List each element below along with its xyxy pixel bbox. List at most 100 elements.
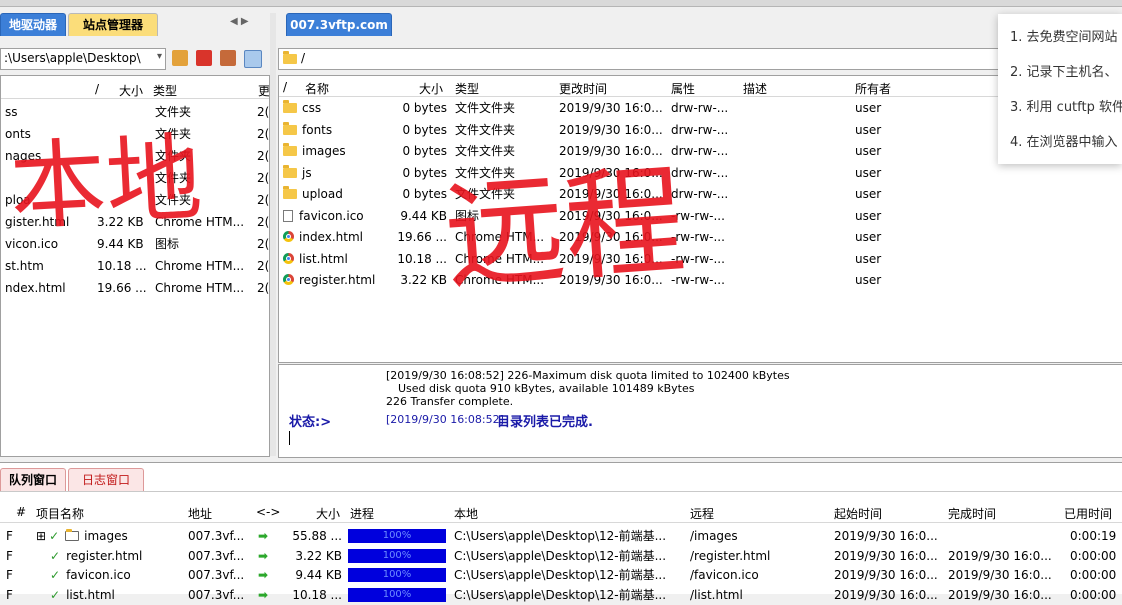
local-file-date: 2( [257,171,269,185]
queue-row[interactable]: F ✓ register.html 007.3vf... ➡ 3.22 KB 100% C:\… [0,547,1122,566]
queue-addr: 007.3vf... [188,529,245,543]
remote-file-owner: user [855,122,882,137]
tab-site-manager[interactable]: 站点管理器 [68,13,158,36]
left-col-more[interactable]: 更 [258,82,269,99]
queue-size: 9.44 KB [295,568,342,582]
queue-col-progress[interactable]: 进程 [350,505,374,522]
queue-col-remote[interactable]: 远程 [690,505,714,522]
queue-row[interactable]: F ⊞ ✓ images 007.3vf... ➡ 55.88 ... 100% C:\User… [0,527,1122,546]
local-file-row[interactable]: ss 文件夹 2( [1,102,269,123]
local-file-date: 2( [257,193,269,207]
right-col-modified[interactable]: 更改时间 [559,80,607,97]
remote-file-size: 0 bytes [402,144,447,158]
remote-file-owner: user [855,273,882,287]
queue-addr: 007.3vf... [188,548,245,563]
local-file-type: 图标 [155,237,180,251]
local-file-size: 19.66 ... [97,281,147,295]
local-file-row[interactable]: st.htm 10.18 ... Chrome HTM... 2( [1,256,269,277]
queue-col-elapsed[interactable]: 已用时间 [1064,505,1112,522]
queue-item-name: register.html [66,548,143,563]
tab-queue-window[interactable]: 队列窗口 [0,468,66,491]
log-pane[interactable]: [2019/9/30 16:08:52] 226-Maximum disk qu… [278,364,1122,458]
left-path-bar[interactable]: :\Users\apple\Desktop\ ▾ [0,48,166,70]
queue-col-dir[interactable]: <-> [256,505,280,519]
left-sort-indicator[interactable]: / [95,82,99,96]
queue-col-num[interactable]: # [16,505,26,519]
right-path-input[interactable]: / [301,51,305,65]
delete-icon[interactable] [196,50,212,66]
remote-file-type: 文件文件夹 [455,144,516,158]
queue-remote: /favicon.ico [690,568,759,582]
tab-log-window[interactable]: 日志窗口 [68,468,144,491]
tab-scroll-arrows[interactable]: ◀ ▶ [230,16,249,27]
remote-file-row[interactable]: favicon.ico 9.44 KB 图标 2019/9/30 16:0... -rw… [279,206,1122,227]
queue-col-start[interactable]: 起始时间 [834,505,882,522]
remote-file-row[interactable]: images 0 bytes 文件文件夹 2019/9/30 16:0... drw-r… [279,141,1122,162]
upload-arrow-icon: ➡ [258,529,269,543]
queue-size: 3.22 KB [295,548,342,563]
remote-file-owner: user [855,251,882,266]
queue-start: 2019/9/30 16:0... [834,568,938,582]
left-col-type[interactable]: 类型 [153,82,177,99]
instructions-popup: 1. 去免费空间网站 2. 记录下主机名、 3. 利用 cutftp 软件 4.… [998,14,1122,164]
queue-row[interactable]: F ✓ favicon.ico 007.3vf... ➡ 9.44 KB 100% C:\Us… [0,566,1122,585]
left-path-input[interactable]: :\Users\apple\Desktop\ [4,51,141,65]
right-col-desc[interactable]: 描述 [743,80,767,97]
refresh-icon[interactable] [244,50,262,68]
remote-file-row[interactable]: upload 0 bytes 文件文件夹 2019/9/30 16:0... drw-r… [279,184,1122,205]
right-col-name[interactable]: 名称 [305,80,329,97]
local-file-row[interactable]: ndex.html 19.66 ... Chrome HTM... 2( [1,278,269,299]
remote-file-row[interactable]: css 0 bytes 文件文件夹 2019/9/30 16:0... drw-rw-.… [279,98,1122,119]
remote-file-name-cell: upload [283,184,395,205]
remote-file-modified: 2019/9/30 16:0... [559,122,663,137]
right-sort-indicator[interactable]: / [283,80,287,94]
folder-icon [283,121,297,135]
queue-flag: F [6,548,13,563]
remote-file-size: 0 bytes [402,101,447,115]
log-input-caret[interactable] [289,431,290,445]
tab-remote-site[interactable]: 007.3vftp.com [286,13,392,36]
folder-icon [65,529,80,541]
chevron-down-icon[interactable]: ▾ [157,51,162,62]
properties-icon[interactable] [220,50,236,66]
right-col-type[interactable]: 类型 [455,80,479,97]
queue-row[interactable]: F ✓ list.html 007.3vf... ➡ 10.18 ... 100% C:\Us… [0,586,1122,605]
log-line: 226 Transfer complete. [386,395,514,408]
queue-col-addr[interactable]: 地址 [188,505,212,522]
upload-arrow-icon: ➡ [258,587,269,602]
queue-remote: /register.html [690,548,771,563]
left-col-size[interactable]: 大小 [119,82,143,99]
remote-file-type: 文件文件夹 [455,101,516,115]
instruction-step: 1. 去免费空间网站 [1010,30,1118,45]
pane-splitter[interactable] [270,13,276,456]
right-col-owner[interactable]: 所有者 [855,80,891,97]
queue-name-cell: ⊞ ✓ images [36,527,176,546]
annotation-remote: 远程 [440,151,690,308]
queue-col-size[interactable]: 大小 [316,505,340,522]
queue-col-end[interactable]: 完成时间 [948,505,996,522]
go-up-icon[interactable] [172,50,188,66]
queue-local: C:\Users\apple\Desktop\12-前端基... [454,529,667,543]
remote-file-row[interactable]: js 0 bytes 文件文件夹 2019/9/30 16:0... drw-rw-..… [279,163,1122,184]
expand-icon[interactable]: ⊞ [36,529,46,543]
queue-col-name[interactable]: 项目名称 [36,505,84,522]
remote-file-row[interactable]: fonts 0 bytes 文件文件夹 2019/9/30 16:0... drw-rw… [279,120,1122,141]
remote-file-name: images [302,144,346,158]
remote-file-list[interactable]: / 名称 大小 类型 更改时间 属性 描述 所有者 css 0 bytes 文件文件… [278,75,1122,363]
remote-file-row[interactable]: list.html 10.18 ... Chrome HTM... 2019/9/30… [279,249,1122,270]
folder-icon [283,186,297,199]
right-col-size[interactable]: 大小 [419,80,443,97]
remote-file-row[interactable]: index.html 19.66 ... Chrome HTM... 2019/9/3… [279,227,1122,248]
remote-file-row[interactable]: register.html 3.22 KB Chrome HTM... 2019/9/… [279,270,1122,291]
right-path-bar[interactable]: / [278,48,1122,70]
local-file-name: ss [5,105,18,119]
right-col-attr[interactable]: 属性 [671,80,695,97]
queue-elapsed: 0:00:00 [1070,568,1117,582]
chrome-icon [283,252,294,264]
queue-name-cell: ✓ list.html [50,586,190,605]
queue-local: C:\Users\apple\Desktop\12-前端基... [454,548,667,563]
remote-file-owner: user [855,187,882,201]
tab-local-drive[interactable]: 地驱动器 [0,13,66,36]
queue-col-local[interactable]: 本地 [454,505,478,522]
remote-file-attr: drw-rw-... [671,144,729,158]
